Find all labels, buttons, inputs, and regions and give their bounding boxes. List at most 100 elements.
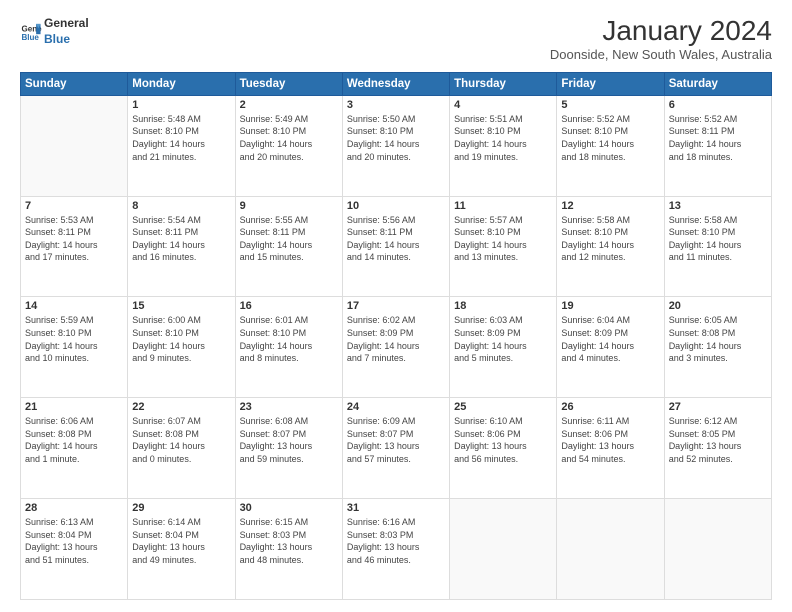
day-number: 26	[561, 401, 659, 413]
calendar-cell: 12 Sunrise: 5:58 AM Sunset: 8:10 PM Dayli…	[557, 196, 664, 297]
page: General Blue General Blue January 2024 D…	[0, 0, 792, 612]
logo: General Blue General Blue	[20, 16, 89, 47]
day-info: Sunrise: 6:00 AM Sunset: 8:10 PM Dayligh…	[132, 314, 230, 364]
week-row-5: 28 Sunrise: 6:13 AM Sunset: 8:04 PM Dayli…	[21, 499, 772, 600]
day-number: 21	[25, 401, 123, 413]
calendar-cell: 11 Sunrise: 5:57 AM Sunset: 8:10 PM Dayli…	[450, 196, 557, 297]
header-saturday: Saturday	[664, 72, 771, 95]
day-number: 10	[347, 200, 445, 212]
day-info: Sunrise: 6:01 AM Sunset: 8:10 PM Dayligh…	[240, 314, 338, 364]
day-info: Sunrise: 6:04 AM Sunset: 8:09 PM Dayligh…	[561, 314, 659, 364]
day-number: 27	[669, 401, 767, 413]
logo-general: General	[44, 16, 89, 32]
calendar-cell: 22 Sunrise: 6:07 AM Sunset: 8:08 PM Dayli…	[128, 398, 235, 499]
calendar-cell: 1 Sunrise: 5:48 AM Sunset: 8:10 PM Daylig…	[128, 95, 235, 196]
day-number: 29	[132, 502, 230, 514]
day-info: Sunrise: 6:08 AM Sunset: 8:07 PM Dayligh…	[240, 415, 338, 465]
day-number: 17	[347, 300, 445, 312]
calendar-cell	[21, 95, 128, 196]
day-number: 25	[454, 401, 552, 413]
day-number: 31	[347, 502, 445, 514]
day-number: 28	[25, 502, 123, 514]
week-row-2: 7 Sunrise: 5:53 AM Sunset: 8:11 PM Daylig…	[21, 196, 772, 297]
calendar-cell: 21 Sunrise: 6:06 AM Sunset: 8:08 PM Dayli…	[21, 398, 128, 499]
calendar-cell: 19Sunrise: 6:04 AM Sunset: 8:09 PM Dayli…	[557, 297, 664, 398]
day-number: 16	[240, 300, 338, 312]
day-number: 22	[132, 401, 230, 413]
logo-icon: General Blue	[20, 21, 42, 43]
day-number: 12	[561, 200, 659, 212]
day-info: Sunrise: 5:58 AM Sunset: 8:10 PM Dayligh…	[561, 214, 659, 264]
day-info: Sunrise: 5:48 AM Sunset: 8:10 PM Dayligh…	[132, 113, 230, 163]
calendar-cell: 23Sunrise: 6:08 AM Sunset: 8:07 PM Dayli…	[235, 398, 342, 499]
day-info: Sunrise: 6:16 AM Sunset: 8:03 PM Dayligh…	[347, 516, 445, 566]
logo-blue: Blue	[44, 32, 89, 48]
day-number: 7	[25, 200, 123, 212]
header-tuesday: Tuesday	[235, 72, 342, 95]
day-info: Sunrise: 6:03 AM Sunset: 8:09 PM Dayligh…	[454, 314, 552, 364]
calendar-cell	[450, 499, 557, 600]
day-info: Sunrise: 5:53 AM Sunset: 8:11 PM Dayligh…	[25, 214, 123, 264]
header-thursday: Thursday	[450, 72, 557, 95]
day-info: Sunrise: 6:15 AM Sunset: 8:03 PM Dayligh…	[240, 516, 338, 566]
calendar-cell: 4Sunrise: 5:51 AM Sunset: 8:10 PM Daylig…	[450, 95, 557, 196]
calendar-cell: 16 Sunrise: 6:01 AM Sunset: 8:10 PM Dayli…	[235, 297, 342, 398]
header-friday: Friday	[557, 72, 664, 95]
day-number: 30	[240, 502, 338, 514]
calendar-cell: 30 Sunrise: 6:15 AM Sunset: 8:03 PM Dayli…	[235, 499, 342, 600]
calendar-cell: 15 Sunrise: 6:00 AM Sunset: 8:10 PM Dayli…	[128, 297, 235, 398]
day-number: 1	[132, 99, 230, 111]
day-number: 20	[669, 300, 767, 312]
day-number: 5	[561, 99, 659, 111]
day-info: Sunrise: 5:58 AM Sunset: 8:10 PM Dayligh…	[669, 214, 767, 264]
day-info: Sunrise: 5:57 AM Sunset: 8:10 PM Dayligh…	[454, 214, 552, 264]
day-info: Sunrise: 5:49 AM Sunset: 8:10 PM Dayligh…	[240, 113, 338, 163]
calendar-cell: 20 Sunrise: 6:05 AM Sunset: 8:08 PM Dayli…	[664, 297, 771, 398]
calendar-cell: 2 Sunrise: 5:49 AM Sunset: 8:10 PM Daylig…	[235, 95, 342, 196]
day-number: 2	[240, 99, 338, 111]
day-info: Sunrise: 6:02 AM Sunset: 8:09 PM Dayligh…	[347, 314, 445, 364]
day-info: Sunrise: 6:14 AM Sunset: 8:04 PM Dayligh…	[132, 516, 230, 566]
day-info: Sunrise: 5:52 AM Sunset: 8:11 PM Dayligh…	[669, 113, 767, 163]
header-wednesday: Wednesday	[342, 72, 449, 95]
calendar-cell: 25 Sunrise: 6:10 AM Sunset: 8:06 PM Dayli…	[450, 398, 557, 499]
calendar-cell: 7 Sunrise: 5:53 AM Sunset: 8:11 PM Daylig…	[21, 196, 128, 297]
calendar-cell: 8Sunrise: 5:54 AM Sunset: 8:11 PM Daylig…	[128, 196, 235, 297]
day-info: Sunrise: 5:50 AM Sunset: 8:10 PM Dayligh…	[347, 113, 445, 163]
day-info: Sunrise: 5:55 AM Sunset: 8:11 PM Dayligh…	[240, 214, 338, 264]
day-number: 18	[454, 300, 552, 312]
day-info: Sunrise: 5:52 AM Sunset: 8:10 PM Dayligh…	[561, 113, 659, 163]
day-info: Sunrise: 6:09 AM Sunset: 8:07 PM Dayligh…	[347, 415, 445, 465]
day-info: Sunrise: 6:06 AM Sunset: 8:08 PM Dayligh…	[25, 415, 123, 465]
calendar-cell: 3Sunrise: 5:50 AM Sunset: 8:10 PM Daylig…	[342, 95, 449, 196]
header: General Blue General Blue January 2024 D…	[20, 16, 772, 62]
day-info: Sunrise: 5:56 AM Sunset: 8:11 PM Dayligh…	[347, 214, 445, 264]
calendar-cell: 27Sunrise: 6:12 AM Sunset: 8:05 PM Dayli…	[664, 398, 771, 499]
calendar-cell	[557, 499, 664, 600]
calendar-cell: 5 Sunrise: 5:52 AM Sunset: 8:10 PM Daylig…	[557, 95, 664, 196]
title-block: January 2024 Doonside, New South Wales, …	[550, 16, 772, 62]
day-number: 6	[669, 99, 767, 111]
day-info: Sunrise: 6:10 AM Sunset: 8:06 PM Dayligh…	[454, 415, 552, 465]
day-info: Sunrise: 5:51 AM Sunset: 8:10 PM Dayligh…	[454, 113, 552, 163]
calendar-cell: 29 Sunrise: 6:14 AM Sunset: 8:04 PM Dayli…	[128, 499, 235, 600]
calendar-cell: 31 Sunrise: 6:16 AM Sunset: 8:03 PM Dayli…	[342, 499, 449, 600]
calendar-cell: 26Sunrise: 6:11 AM Sunset: 8:06 PM Dayli…	[557, 398, 664, 499]
calendar-cell	[664, 499, 771, 600]
day-number: 13	[669, 200, 767, 212]
week-row-1: 1 Sunrise: 5:48 AM Sunset: 8:10 PM Daylig…	[21, 95, 772, 196]
calendar-cell: 10 Sunrise: 5:56 AM Sunset: 8:11 PM Dayli…	[342, 196, 449, 297]
day-info: Sunrise: 6:05 AM Sunset: 8:08 PM Dayligh…	[669, 314, 767, 364]
day-info: Sunrise: 6:07 AM Sunset: 8:08 PM Dayligh…	[132, 415, 230, 465]
calendar-header-row: Sunday Monday Tuesday Wednesday Thursday…	[21, 72, 772, 95]
day-number: 15	[132, 300, 230, 312]
svg-text:Blue: Blue	[21, 33, 39, 42]
day-number: 8	[132, 200, 230, 212]
week-row-4: 21 Sunrise: 6:06 AM Sunset: 8:08 PM Dayli…	[21, 398, 772, 499]
calendar-cell: 18 Sunrise: 6:03 AM Sunset: 8:09 PM Dayli…	[450, 297, 557, 398]
day-number: 11	[454, 200, 552, 212]
header-monday: Monday	[128, 72, 235, 95]
header-sunday: Sunday	[21, 72, 128, 95]
day-info: Sunrise: 6:13 AM Sunset: 8:04 PM Dayligh…	[25, 516, 123, 566]
main-title: January 2024	[550, 16, 772, 47]
